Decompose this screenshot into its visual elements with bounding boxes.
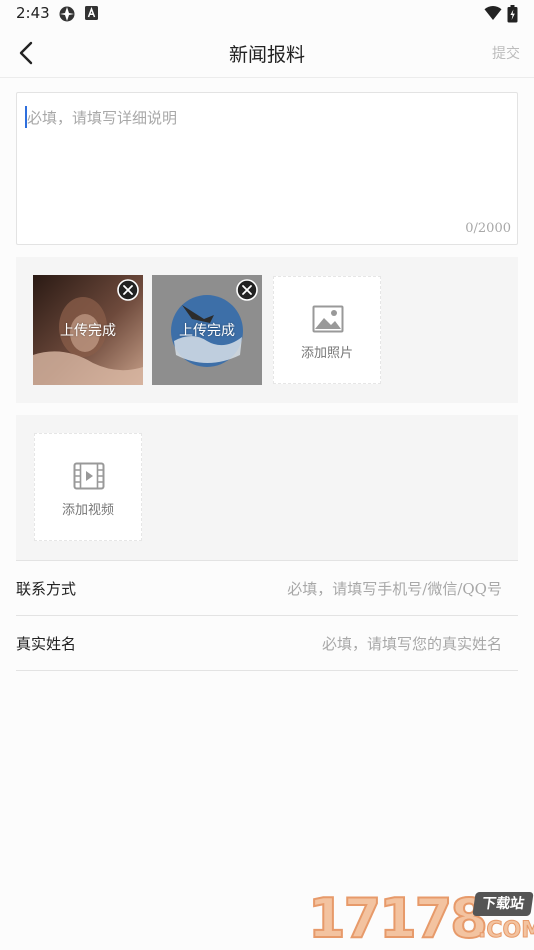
photo-thumbnail[interactable]: 上传完成 xyxy=(33,275,143,385)
wifi-icon xyxy=(484,6,502,20)
status-time: 2:43 xyxy=(16,4,50,22)
close-circle-icon[interactable] xyxy=(116,278,140,302)
vpn-icon xyxy=(59,6,75,22)
real-name-label: 真实姓名 xyxy=(16,635,77,653)
real-name-row[interactable]: 真实姓名 必填，请填写您的真实姓名 xyxy=(16,615,518,670)
description-placeholder: 必填，请填写详细说明 xyxy=(27,109,178,127)
character-counter: 0/2000 xyxy=(465,221,511,236)
photo-upload-panel: 上传完成 上传完成 添加照片 xyxy=(16,257,518,403)
divider xyxy=(16,670,518,671)
add-video-button[interactable]: 添加视频 xyxy=(34,433,142,541)
watermark-digits: 17178 xyxy=(307,887,489,950)
watermark-domain: .COM xyxy=(477,918,534,944)
upload-status: 上传完成 xyxy=(60,323,116,339)
upload-status: 上传完成 xyxy=(179,323,235,339)
watermark-logo: 17178 下载站 .COM xyxy=(307,887,534,950)
film-play-icon xyxy=(73,462,105,490)
description-textarea[interactable]: 必填，请填写详细说明 0/2000 xyxy=(16,92,518,245)
page-title: 新闻报料 xyxy=(228,44,305,66)
close-circle-icon[interactable] xyxy=(235,278,259,302)
contact-row[interactable]: 联系方式 必填，请填写手机号/微信/QQ号 xyxy=(16,560,518,615)
contact-input[interactable]: 必填，请填写手机号/微信/QQ号 xyxy=(287,578,502,599)
status-bar: 2:43 xyxy=(0,0,534,28)
photo-thumbnail[interactable]: 上传完成 xyxy=(152,275,262,385)
contact-label: 联系方式 xyxy=(16,580,77,598)
real-name-input[interactable]: 必填，请填写您的真实姓名 xyxy=(322,633,502,654)
video-upload-panel: 添加视频 xyxy=(16,415,518,560)
battery-icon xyxy=(507,5,518,23)
add-photo-label: 添加照片 xyxy=(300,346,353,361)
submit-button[interactable]: 提交 xyxy=(492,43,520,63)
top-nav-bar: 新闻报料 提交 xyxy=(0,28,534,78)
image-icon xyxy=(312,305,344,333)
watermark-badge: 下载站 xyxy=(472,892,534,916)
add-photo-button[interactable]: 添加照片 xyxy=(273,276,381,384)
add-video-label: 添加视频 xyxy=(61,503,114,518)
keyboard-a-icon xyxy=(85,6,98,20)
